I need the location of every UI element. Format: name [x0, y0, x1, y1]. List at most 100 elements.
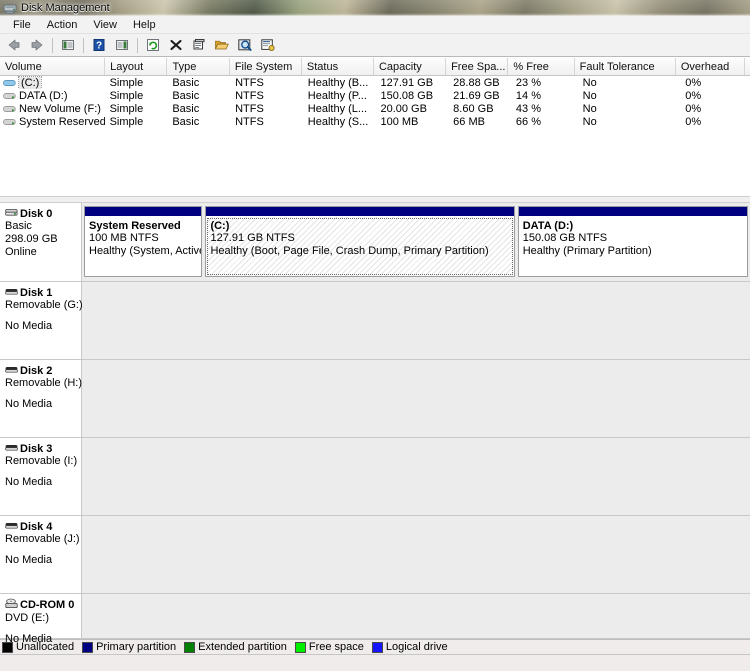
legend-item: Unallocated	[2, 641, 78, 653]
volume-row[interactable]: New Volume (F:) Simple Basic NTFS Healthy (L…	[0, 102, 750, 115]
disk-management-window: Disk Management File Action View Help ? …	[0, 0, 750, 671]
cell-volume: DATA (D:)	[0, 89, 105, 102]
cell-percent-free: 43 %	[515, 102, 541, 115]
cell-volume: System Reserved	[0, 115, 105, 128]
volume-label: DATA (D:)	[19, 89, 68, 102]
legend-swatch	[82, 641, 94, 653]
partition-name: System Reserved	[89, 220, 181, 232]
menu-item-view[interactable]: View	[85, 18, 125, 32]
volume-list-empty-area	[0, 128, 750, 196]
partition-line: 127.91 GB NTFS	[210, 232, 295, 244]
column-header--free[interactable]: % Free	[508, 58, 575, 75]
disk-info-panel[interactable]: Disk 0 Basic 298.09 GB Online	[0, 203, 82, 281]
cell-fault-tolerance: No	[582, 76, 597, 89]
cell-free-space: 8.60 GB	[453, 102, 494, 115]
disk-info-panel[interactable]: Disk 4 Removable (J:) No Media	[0, 516, 82, 593]
disk-row[interactable]: Disk 0 Basic 298.09 GB Online System Reserve…	[0, 203, 750, 282]
disk-row[interactable]: Disk 3 Removable (I:) No Media	[0, 438, 750, 516]
column-header-free-spa[interactable]: Free Spa...	[446, 58, 509, 75]
legend-item: Extended partition	[184, 641, 291, 653]
disk-info-line: Removable (H:)	[5, 377, 83, 389]
disk-info-panel[interactable]: Disk 3 Removable (I:) No Media	[0, 438, 82, 515]
menu-item-action[interactable]: Action	[39, 18, 86, 32]
removable-disk-icon	[5, 286, 18, 299]
toolbar: ?	[0, 34, 750, 57]
disk-info-line: Online	[5, 246, 37, 258]
column-header-fault-tolerance[interactable]: Fault Tolerance	[574, 58, 676, 75]
partition-line: Healthy (Primary Partition)	[522, 245, 652, 257]
cell-file-system: NTFS	[235, 76, 264, 89]
volume-row[interactable]: System Reserved Simple Basic NTFS Healthy (S…	[0, 115, 750, 128]
volume-row[interactable]: DATA (D:) Simple Basic NTFS Healthy (P... 150…	[0, 89, 750, 102]
partition-details: DATA (D:) 150.08 GB NTFS Healthy (Primary …	[519, 217, 747, 276]
cell-type: Basic	[172, 89, 200, 102]
disk-info-panel[interactable]: CD-ROM 0 DVD (E:) No Media	[0, 594, 82, 645]
disk-row[interactable]: CD-ROM 0 DVD (E:) No Media	[0, 594, 750, 645]
legend-swatch	[184, 641, 196, 653]
disk-info-line: Removable (I:)	[5, 455, 78, 467]
disk-row[interactable]: Disk 1 Removable (G:) No Media	[0, 282, 750, 360]
cell-fault-tolerance: No	[582, 115, 597, 128]
properties-icon[interactable]	[188, 35, 210, 56]
volume-label: System Reserved	[19, 115, 105, 128]
partition-type-bar	[518, 207, 748, 217]
cell-layout: Simple	[109, 76, 144, 89]
cell-overhead: 0%	[685, 76, 702, 89]
legend-label: Free space	[308, 641, 364, 653]
up-one-level-icon[interactable]	[57, 35, 79, 56]
cell-status: Healthy (B...	[307, 76, 369, 89]
volume-icon	[3, 91, 16, 101]
disk-info-panel[interactable]: Disk 2 Removable (H:) No Media	[0, 360, 82, 437]
help-icon[interactable]: ?	[88, 35, 110, 56]
partition-type-bar	[206, 207, 514, 217]
removable-disk-icon	[5, 520, 18, 533]
removable-disk-icon	[5, 364, 18, 377]
delete-icon[interactable]	[165, 35, 187, 56]
partition-block[interactable]: (C:) 127.91 GB NTFS Healthy (Boot, Page Fi…	[205, 206, 515, 277]
volume-icon	[3, 104, 16, 114]
disk-partition-area	[82, 594, 750, 638]
disk-info-line: No Media	[5, 398, 53, 410]
back-icon[interactable]	[3, 35, 25, 56]
cell-status: Healthy (L...	[307, 102, 368, 115]
disk-info-line: Removable (J:)	[5, 533, 80, 545]
disk-info-panel[interactable]: Disk 1 Removable (G:) No Media	[0, 282, 83, 359]
partition-block[interactable]: DATA (D:) 150.08 GB NTFS Healthy (Primary …	[517, 206, 749, 277]
disk-properties-icon[interactable]	[257, 35, 279, 56]
rescan-disks-icon[interactable]	[234, 35, 256, 56]
disk-name: CD-ROM 0	[20, 599, 75, 611]
disk-info-line: No Media	[5, 320, 53, 332]
cell-overhead: 0%	[685, 89, 702, 102]
disk-row[interactable]: Disk 2 Removable (H:) No Media	[0, 360, 750, 438]
pane-splitter[interactable]	[0, 196, 750, 203]
volume-row[interactable]: (C:) Simple Basic NTFS Healthy (B... 127.91 G…	[0, 76, 750, 89]
window-title: Disk Management	[21, 2, 110, 14]
disk-info-line: DVD (E:)	[5, 612, 49, 624]
column-header-capacity[interactable]: Capacity	[373, 58, 447, 75]
cell-layout: Simple	[109, 115, 144, 128]
disk-info-line: No Media	[5, 476, 53, 488]
open-folder-icon[interactable]	[211, 35, 233, 56]
refresh-icon[interactable]	[142, 35, 164, 56]
show-hide-console-tree-icon[interactable]	[111, 35, 133, 56]
menu-item-file[interactable]: File	[5, 18, 39, 32]
forward-icon[interactable]	[26, 35, 48, 56]
disk-name: Disk 1	[20, 286, 53, 299]
partition-block[interactable]: System Reserved 100 MB NTFS Healthy (Syste…	[84, 206, 203, 277]
column-header-status[interactable]: Status	[301, 58, 374, 75]
column-header-type[interactable]: Type	[167, 58, 230, 75]
column-header-overhead[interactable]: Overhead	[675, 58, 746, 75]
cell-volume: New Volume (F:)	[0, 102, 105, 115]
legend-label: Logical drive	[385, 641, 448, 653]
disk-row[interactable]: Disk 4 Removable (J:) No Media	[0, 516, 750, 594]
column-header-volume[interactable]: Volume	[0, 58, 106, 75]
disk-partition-area: System Reserved 100 MB NTFS Healthy (Syste…	[82, 203, 750, 281]
cell-volume: (C:)	[0, 76, 105, 89]
column-header-layout[interactable]: Layout	[105, 58, 168, 75]
legend-label: Primary partition	[96, 641, 177, 653]
column-header-file-system[interactable]: File System	[229, 58, 302, 75]
column-header-spacer[interactable]	[745, 58, 750, 75]
menu-item-help[interactable]: Help	[125, 18, 164, 32]
disk-partition-area	[82, 516, 750, 593]
title-bar[interactable]: Disk Management	[0, 0, 750, 16]
